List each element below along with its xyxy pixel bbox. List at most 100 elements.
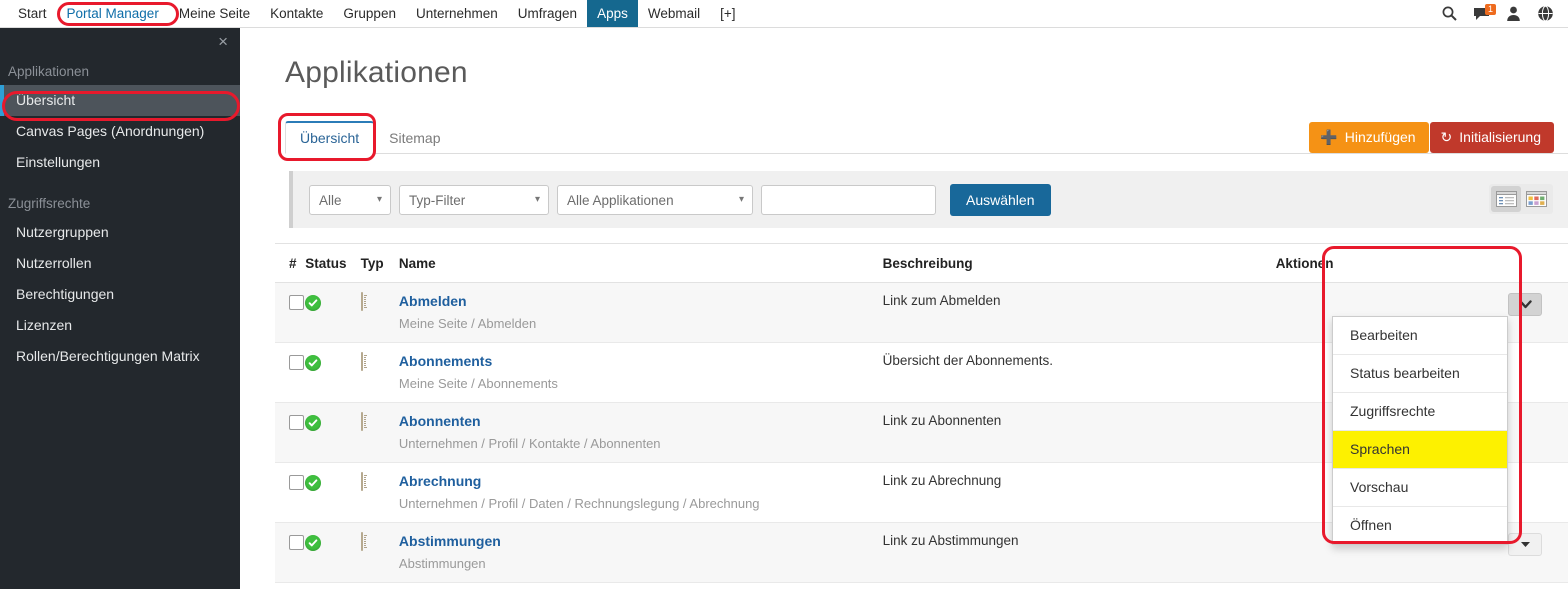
header-actions: Aktionen [1275, 244, 1568, 283]
refresh-icon: ↻ [1440, 129, 1453, 145]
dropdown-item-sprachen[interactable]: Sprachen [1333, 431, 1507, 469]
chat-icon[interactable]: 1 [1473, 4, 1497, 22]
chat-badge: 1 [1485, 4, 1497, 15]
page-icon [360, 352, 363, 371]
app-path: Abstimmungen [398, 556, 486, 571]
page-icon [360, 472, 363, 491]
app-name-link[interactable]: Abonnements [399, 353, 883, 369]
sidebar-item-nutzerrollen[interactable]: Nutzerrollen [0, 248, 240, 279]
page-icon [360, 292, 363, 311]
tab-sitemap[interactable]: Sitemap [374, 122, 455, 154]
user-icon[interactable] [1505, 5, 1522, 22]
nav-item-portal-manager[interactable]: Portal Manager [57, 0, 169, 27]
page-icon [360, 532, 363, 551]
header-name[interactable]: Name [398, 244, 883, 283]
sidebar-item-einstellungen[interactable]: Einstellungen [0, 147, 240, 178]
header-number[interactable]: # [275, 244, 306, 283]
header-status[interactable]: Status [305, 244, 361, 283]
row-description-cell: Übersicht der Abonnements. [882, 342, 1276, 403]
top-nav-items: Start Portal Manager Meine Seite Kontakt… [0, 0, 746, 27]
grid-view-icon[interactable] [1521, 186, 1551, 212]
row-checkbox-cell [275, 282, 306, 343]
view-toggle-group [1489, 184, 1553, 214]
row-typ-cell [360, 462, 399, 523]
row-name-cell: Abstimmungen Abstimmungen [398, 522, 883, 583]
row-name-cell: Abonnements Meine Seite / Abonnements [398, 342, 883, 403]
status-ok-icon [305, 355, 322, 371]
close-icon[interactable]: × [218, 33, 228, 50]
app-name-link[interactable]: Abstimmungen [399, 533, 883, 549]
search-icon[interactable] [1441, 5, 1458, 22]
sidebar-item-berechtigungen[interactable]: Berechtigungen [0, 279, 240, 310]
list-view-icon[interactable] [1491, 186, 1521, 212]
app-name-link[interactable]: Abonnenten [399, 413, 883, 429]
page-title: Applikationen [285, 56, 468, 89]
submit-filter-button[interactable]: Auswählen [950, 184, 1051, 216]
sidebar-item-rollen-berechtigungen-matrix[interactable]: Rollen/Berechtigungen Matrix [0, 341, 240, 372]
initialize-button[interactable]: ↻ Initialisierung [1429, 122, 1554, 153]
row-status-cell [305, 402, 361, 463]
nav-item-unternehmen[interactable]: Unternehmen [406, 0, 508, 27]
search-input[interactable] [761, 185, 936, 215]
row-checkbox[interactable] [289, 415, 304, 430]
sidebar-item-canvas-pages[interactable]: Canvas Pages (Anordnungen) [0, 116, 240, 147]
dropdown-item-oeffnen[interactable]: Öffnen [1333, 507, 1507, 544]
sidebar-item-uebersicht[interactable]: Übersicht [0, 85, 240, 116]
header-description[interactable]: Beschreibung [882, 244, 1276, 283]
table-header-row: # Status Typ Name Beschreibung Aktionen [275, 244, 1568, 283]
filter-select-type[interactable]: Typ-Filter ▾ [399, 185, 549, 215]
row-status-cell [305, 522, 361, 583]
row-name-cell: Abonnenten Unternehmen / Profil / Kontak… [398, 402, 883, 463]
nav-item-apps[interactable]: Apps [587, 0, 638, 27]
chevron-down-icon: ▾ [534, 193, 540, 205]
nav-item-umfragen[interactable]: Umfragen [508, 0, 587, 27]
row-typ-cell [360, 342, 399, 403]
dropdown-item-status-bearbeiten[interactable]: Status bearbeiten [1333, 355, 1507, 393]
filter-select-all[interactable]: Alle ▾ [309, 185, 391, 215]
row-name-cell: Abmelden Meine Seite / Abmelden [398, 282, 883, 343]
dropdown-item-bearbeiten[interactable]: Bearbeiten [1333, 317, 1507, 355]
row-checkbox[interactable] [289, 535, 304, 550]
status-ok-icon [305, 535, 322, 551]
tab-uebersicht[interactable]: Übersicht [285, 121, 375, 154]
sidebar-group-zugriffsrechte: Zugriffsrechte [8, 196, 91, 211]
globe-icon[interactable] [1537, 5, 1554, 22]
app-name-link[interactable]: Abmelden [399, 293, 883, 309]
nav-item-start[interactable]: Start [8, 0, 57, 27]
dropdown-item-vorschau[interactable]: Vorschau [1333, 469, 1507, 507]
table-head: # Status Typ Name Beschreibung Aktionen [275, 244, 1568, 283]
action-button-group: ➕ Hinzufügen ↻ Initialisierung [1309, 122, 1554, 153]
sidebar-item-nutzergruppen[interactable]: Nutzergruppen [0, 217, 240, 248]
nav-item-meine-seite[interactable]: Meine Seite [169, 0, 260, 27]
row-description-cell: Link zu Abrechnung [882, 462, 1276, 523]
page-icon [360, 412, 363, 431]
row-checkbox[interactable] [289, 295, 304, 310]
app-description: Link zu Abonnenten [882, 413, 1002, 428]
row-checkbox[interactable] [289, 355, 304, 370]
row-typ-cell [360, 522, 399, 583]
app-name-link[interactable]: Abrechnung [399, 473, 883, 489]
nav-item-add-more[interactable]: [+] [710, 0, 745, 27]
dropdown-item-zugriffsrechte[interactable]: Zugriffsrechte [1333, 393, 1507, 431]
row-typ-cell [360, 402, 399, 463]
app-path: Unternehmen / Profil / Daten / Rechnungs… [398, 496, 760, 511]
nav-item-webmail[interactable]: Webmail [638, 0, 710, 27]
filter-select-applications[interactable]: Alle Applikationen ▾ [557, 185, 753, 215]
sidebar-group-applikationen: Applikationen [8, 64, 90, 79]
filter-select-applications-value: Alle Applikationen [567, 192, 674, 208]
sidebar: × Applikationen Übersicht Canvas Pages (… [0, 28, 240, 589]
nav-item-gruppen[interactable]: Gruppen [333, 0, 406, 27]
row-description-cell: Link zum Abmelden [882, 282, 1276, 343]
header-typ[interactable]: Typ [360, 244, 399, 283]
row-name-cell: Abrechnung Unternehmen / Profil / Daten … [398, 462, 883, 523]
add-button[interactable]: ➕ Hinzufügen [1309, 122, 1429, 153]
row-actions-chevron-down-icon[interactable] [1508, 293, 1542, 316]
row-checkbox[interactable] [289, 475, 304, 490]
app-path: Unternehmen / Profil / Kontakte / Abonne… [398, 436, 661, 451]
sidebar-item-lizenzen[interactable]: Lizenzen [0, 310, 240, 341]
row-actions-chevron-down-icon[interactable] [1508, 533, 1542, 556]
status-ok-icon [305, 415, 322, 431]
nav-item-kontakte[interactable]: Kontakte [260, 0, 333, 27]
add-button-label: Hinzufügen [1344, 129, 1416, 145]
top-navigation-bar: Start Portal Manager Meine Seite Kontakt… [0, 0, 1568, 28]
